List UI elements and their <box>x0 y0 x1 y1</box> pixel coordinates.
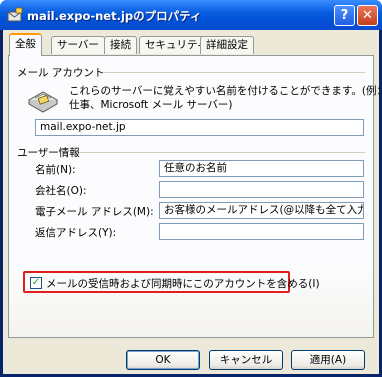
mail-account-group-title: メール アカウント <box>17 67 105 79</box>
include-account-checkbox[interactable]: ✓ <box>30 277 42 289</box>
close-button[interactable]: ✕ <box>357 5 378 26</box>
tab-advanced[interactable]: 詳細設定 <box>200 36 254 54</box>
name-input[interactable]: 任意のお名前 <box>159 160 364 177</box>
ok-button[interactable]: OK <box>126 350 200 370</box>
email-label: 電子メール アドレス(M): <box>35 206 154 218</box>
dialog-client-area: 全般 サーバー 接続 セキュリティ 詳細設定 メール アカウント これらのサーバ… <box>3 30 382 374</box>
mail-account-description-line1: これらのサーバーに覚えやすい名前を付けることができます。(例： <box>69 85 382 97</box>
tab-connection[interactable]: 接続 <box>104 36 137 54</box>
properties-window: mail.expo-net.jpのプロパティ ? ✕ 全般 サーバー 接続 セキ… <box>0 0 382 377</box>
cancel-button[interactable]: キャンセル <box>209 350 283 370</box>
mail-account-description-line2: 仕事、Microsoft メール サーバー) <box>69 99 233 111</box>
include-account-label[interactable]: メールの受信時および同期時にこのアカウントを含める(I) <box>46 276 320 291</box>
name-label: 名前(N): <box>35 164 76 176</box>
mail-server-icon <box>27 91 59 113</box>
general-tab-panel: メール アカウント これらのサーバーに覚えやすい名前を付けることができます。(例… <box>8 55 382 338</box>
apply-button[interactable]: 適用(A) <box>291 350 365 370</box>
email-input[interactable]: お客様のメールアドレス(@以降も全て入力) <box>159 202 364 219</box>
help-button[interactable]: ? <box>334 5 355 26</box>
user-info-group-title: ユーザー情報 <box>17 147 80 159</box>
mail-account-icon <box>7 7 23 22</box>
company-input[interactable] <box>159 181 364 198</box>
tab-general[interactable]: 全般 <box>9 33 42 56</box>
mail-account-separator <box>103 72 365 73</box>
include-account-highlight: ✓ メールの受信時および同期時にこのアカウントを含める(I) <box>23 271 320 293</box>
company-label: 会社名(O): <box>35 185 87 197</box>
account-name-input[interactable]: mail.expo-net.jp <box>35 119 364 136</box>
window-title: mail.expo-net.jpのプロパティ <box>27 9 202 23</box>
tab-servers[interactable]: サーバー <box>51 36 105 54</box>
user-info-separator <box>79 152 365 153</box>
reply-address-label: 返信アドレス(Y): <box>35 227 117 239</box>
reply-address-input[interactable] <box>159 223 364 240</box>
title-bar[interactable]: mail.expo-net.jpのプロパティ ? ✕ <box>0 0 382 30</box>
